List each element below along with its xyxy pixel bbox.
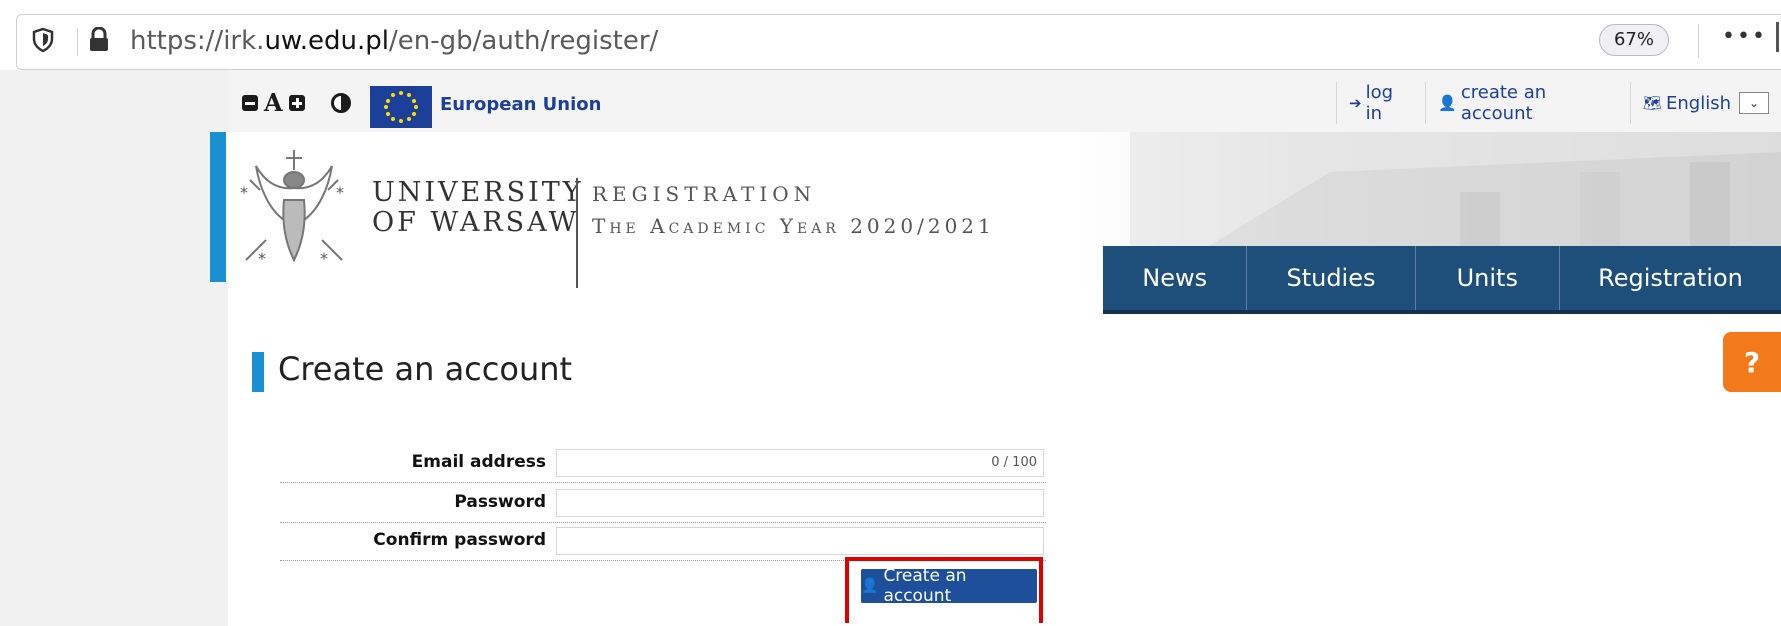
nav-item-studies[interactable]: Studies bbox=[1247, 246, 1416, 310]
academic-year-heading: The Academic Year 2020/2021 bbox=[592, 214, 995, 238]
form-row-confirm-password: Confirm password bbox=[280, 524, 1046, 561]
language-selector[interactable]: 🗺 English ⌄ bbox=[1629, 82, 1781, 124]
create-account-button-label: Create an account bbox=[883, 566, 967, 606]
svg-text:*: * bbox=[258, 249, 266, 268]
header-accent-bar bbox=[210, 132, 226, 282]
language-icon: 🗺 bbox=[1642, 94, 1662, 112]
lock-icon[interactable] bbox=[88, 27, 110, 53]
password-label: Password bbox=[454, 492, 546, 512]
user-plus-icon: 👤 bbox=[1438, 94, 1457, 112]
university-eagle-logo[interactable]: * * * * bbox=[236, 140, 352, 276]
confirm-password-field[interactable] bbox=[556, 527, 1044, 555]
email-field[interactable]: 0 / 100 bbox=[556, 449, 1044, 477]
create-account-button[interactable]: 👤 Create an account bbox=[861, 566, 1037, 606]
university-name-line2: OF WARSAW bbox=[372, 207, 580, 238]
form-row-password: Password bbox=[280, 486, 1046, 523]
login-label: log in bbox=[1365, 82, 1394, 124]
password-field[interactable] bbox=[556, 489, 1044, 517]
page-title: Create an account bbox=[278, 350, 573, 388]
increase-font-icon[interactable] bbox=[288, 95, 305, 111]
nav-item-registration[interactable]: Registration bbox=[1560, 246, 1781, 310]
svg-text:*: * bbox=[336, 183, 344, 202]
create-account-link[interactable]: 👤 create an account bbox=[1425, 82, 1630, 124]
form-row-email: Email address 0 / 100 bbox=[280, 446, 1046, 483]
separator bbox=[77, 28, 78, 56]
main-navigation: News Studies Units Registration bbox=[1103, 246, 1781, 314]
page-background: A European Union ➔ log in 👤 create an acco… bbox=[0, 70, 1781, 626]
language-label: English bbox=[1666, 92, 1731, 114]
accessibility-controls: A bbox=[242, 90, 351, 116]
contrast-icon[interactable] bbox=[330, 93, 351, 113]
registration-heading: REGISTRATION bbox=[592, 182, 817, 206]
chevron-down-icon[interactable]: ⌄ bbox=[1739, 92, 1769, 114]
eu-flag-icon bbox=[370, 86, 432, 128]
user-plus-icon: 👤 bbox=[861, 578, 879, 594]
page-actions-menu-icon[interactable]: ••• bbox=[1722, 24, 1767, 49]
create-account-label: create an account bbox=[1460, 82, 1547, 124]
title-accent-bar bbox=[252, 352, 264, 392]
url-domain: uw.edu.pl bbox=[264, 26, 390, 56]
confirm-password-label: Confirm password bbox=[373, 530, 546, 550]
user-nav: ➔ log in 👤 create an account 🗺 English ⌄ bbox=[1336, 82, 1781, 124]
sign-in-icon: ➔ bbox=[1349, 94, 1362, 112]
svg-text:*: * bbox=[320, 249, 328, 268]
decrease-font-icon[interactable] bbox=[242, 95, 258, 111]
zoom-indicator[interactable]: 67% bbox=[1599, 24, 1669, 56]
nav-item-news[interactable]: News bbox=[1103, 246, 1248, 310]
url-path: /en-gb/auth/register/ bbox=[389, 26, 659, 56]
shield-icon[interactable] bbox=[32, 27, 54, 53]
login-link[interactable]: ➔ log in bbox=[1336, 82, 1425, 124]
font-size-icon[interactable]: A bbox=[264, 90, 283, 116]
svg-text:*: * bbox=[240, 183, 248, 202]
header-divider bbox=[576, 178, 578, 288]
email-label: Email address bbox=[411, 452, 546, 472]
eu-label[interactable]: European Union bbox=[440, 94, 601, 115]
email-char-counter: 0 / 100 bbox=[991, 455, 1037, 470]
academic-year-text: The Academic Year 2020/2021 bbox=[592, 214, 995, 238]
url-text[interactable]: https://irk.uw.edu.pl/en-gb/auth/registe… bbox=[130, 26, 658, 56]
url-prefix: https://irk. bbox=[130, 26, 265, 56]
university-name: UNIVERSITY OF WARSAW bbox=[372, 178, 584, 238]
separator bbox=[1698, 24, 1699, 58]
nav-item-units[interactable]: Units bbox=[1416, 246, 1560, 310]
browser-toolbar: https://irk.uw.edu.pl/en-gb/auth/registe… bbox=[0, 0, 1781, 70]
university-name-line1: UNIVERSITY bbox=[372, 177, 584, 208]
pocket-icon[interactable] bbox=[1776, 22, 1781, 52]
help-button[interactable]: ? bbox=[1723, 332, 1781, 392]
